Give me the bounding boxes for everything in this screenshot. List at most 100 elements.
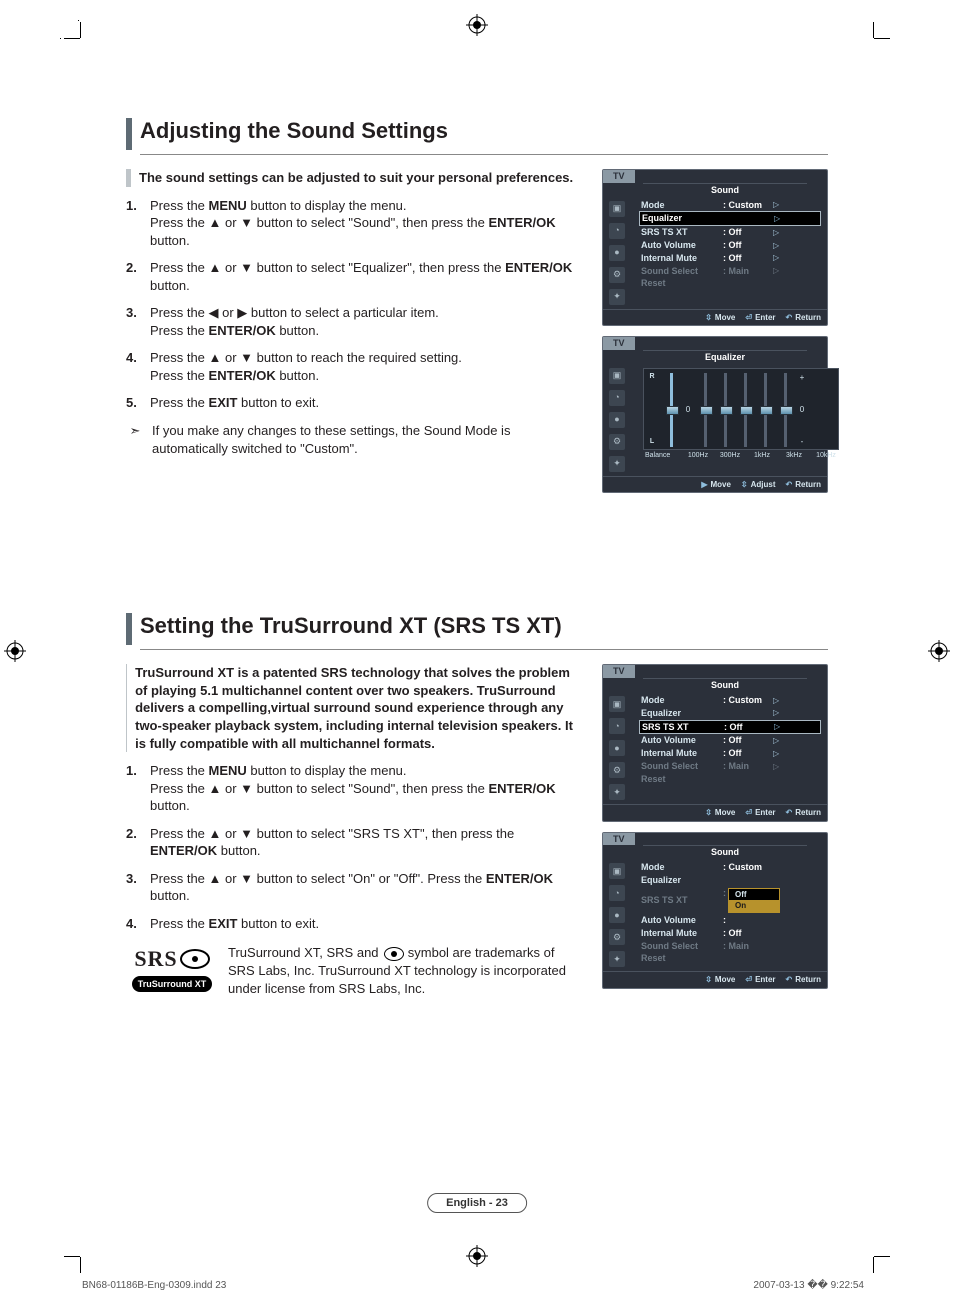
osd-item-label: Internal Mute — [641, 748, 719, 759]
osd-title: Sound — [643, 845, 807, 859]
srs-trademark-text: TruSurround XT, SRS and symbol are trade… — [228, 944, 584, 997]
osd-item-label: Sound Select — [641, 266, 719, 277]
osd-item-value: : Off — [723, 748, 769, 759]
osd-menu-item[interactable]: Auto Volume: Off▷ — [639, 734, 821, 747]
osd-item-value: : Main — [723, 761, 769, 772]
osd-title: Sound — [643, 678, 807, 692]
osd-item-value: : Off — [723, 227, 769, 238]
intro-accent-bar — [126, 169, 131, 187]
eq-band-label: Balance — [645, 452, 679, 460]
osd-dropdown[interactable]: OffOn — [728, 888, 780, 913]
osd-menu-item[interactable]: Equalizer▷ — [639, 211, 821, 226]
osd-menu-item[interactable]: Equalizer▷ — [639, 707, 821, 720]
steps-list: 1.Press the MENU button to display the m… — [126, 197, 584, 412]
osd-sidebar-icon: ◔ — [609, 718, 625, 734]
chevron-right-icon: ▷ — [773, 241, 779, 251]
step-number: 2. — [126, 259, 150, 294]
intro-accent-bar — [126, 664, 127, 752]
eq-thumb[interactable] — [740, 406, 753, 415]
osd-menu-item[interactable]: Mode: Custom▷ — [639, 199, 821, 212]
eq-thumb[interactable] — [780, 406, 793, 415]
eq-thumb[interactable] — [720, 406, 733, 415]
chevron-right-icon: ▷ — [773, 266, 779, 276]
eq-band-label: 100Hz — [685, 452, 711, 460]
osd-item-value: : Off — [724, 722, 770, 733]
eq-band-label: 1kHz — [749, 452, 775, 460]
osd-menu-item[interactable]: Mode: Custom — [639, 861, 821, 874]
osd-menu-item[interactable]: SRS TS XT : Off ▷ — [639, 720, 821, 735]
osd-menu-item: Sound Select: Main — [639, 940, 821, 953]
note-arrow-icon: ➣ — [126, 422, 144, 457]
osd-menu-item: Reset — [639, 773, 821, 786]
registration-mark-icon — [466, 14, 488, 36]
osd-tv-tab: TV — [603, 833, 635, 846]
osd-item-value: : — [723, 915, 769, 926]
step-text: Press the ▲ or ▼ button to select "On" o… — [150, 870, 584, 905]
osd-footer-hint: ↶Return — [786, 480, 821, 490]
eq-slider[interactable] — [758, 373, 772, 447]
steps-list: 1.Press the MENU button to display the m… — [126, 762, 584, 932]
eq-band-label: 300Hz — [717, 452, 743, 460]
footer-timestamp: 2007-03-13 �� 9:22:54 — [753, 1280, 864, 1291]
title-accent-bar — [126, 613, 132, 645]
eq-thumb[interactable] — [760, 406, 773, 415]
osd-menu-item[interactable]: Internal Mute: Off — [639, 927, 821, 940]
chevron-right-icon: ▷ — [774, 722, 780, 732]
osd-menu-item: Reset — [639, 952, 821, 965]
osd-footer-hint: ⇳Move — [705, 975, 735, 985]
osd-item-value: : Custom — [723, 695, 769, 706]
osd-menu-item[interactable]: Equalizer — [639, 874, 821, 887]
osd-equalizer-panel: TVEqualizer▣◔●⚙✦RL0+0-Balance100Hz300Hz1… — [602, 336, 828, 493]
osd-menu-item: Sound Select: Main▷ — [639, 760, 821, 773]
chevron-right-icon: ▷ — [773, 736, 779, 746]
osd-item-value: : Custom — [723, 862, 769, 873]
eq-thumb[interactable] — [700, 406, 713, 415]
osd-tv-tab: TV — [603, 337, 635, 350]
eq-slider[interactable] — [664, 373, 678, 447]
osd-sidebar-icon: ⚙ — [609, 762, 625, 778]
srs-logo: SRS TruSurround XT — [126, 944, 218, 997]
chevron-right-icon: ▷ — [773, 696, 779, 706]
osd-item-value: : Off — [723, 240, 769, 251]
eq-band-label: 10kHz — [813, 452, 839, 460]
osd-menu-item[interactable]: Internal Mute: Off▷ — [639, 747, 821, 760]
step-number: 1. — [126, 762, 150, 815]
step-number: 3. — [126, 870, 150, 905]
osd-item-value: : Main — [723, 266, 769, 277]
osd-sidebar-icon: ⚙ — [609, 434, 625, 450]
osd-item-label: Internal Mute — [641, 253, 719, 264]
osd-item-value: : Off — [723, 735, 769, 746]
osd-menu-item[interactable]: Mode: Custom▷ — [639, 694, 821, 707]
osd-dropdown-option[interactable]: Off — [729, 889, 779, 901]
osd-menu-item[interactable]: Auto Volume: — [639, 914, 821, 927]
eq-slider[interactable] — [778, 373, 792, 447]
chevron-right-icon: ▷ — [774, 214, 780, 224]
eq-slider[interactable] — [698, 373, 712, 447]
step-number: 5. — [126, 394, 150, 412]
osd-menu-item: SRS TS XT:OffOn — [639, 887, 821, 914]
osd-footer-hint: ↶Return — [786, 975, 821, 985]
osd-item-label: SRS TS XT — [642, 722, 720, 733]
osd-tv-tab: TV — [603, 170, 635, 183]
osd-title: Sound — [643, 183, 807, 197]
osd-item-value: : Custom — [723, 200, 769, 211]
page-number: English - 23 — [427, 1193, 527, 1213]
step-text: Press the ▲ or ▼ button to select "Equal… — [150, 259, 584, 294]
osd-menu-item[interactable]: Auto Volume: Off▷ — [639, 239, 821, 252]
osd-sidebar-icon: ✦ — [609, 784, 625, 800]
osd-sidebar-icon: ● — [609, 412, 625, 428]
chevron-right-icon: ▷ — [773, 228, 779, 238]
osd-dropdown-option[interactable]: On — [729, 900, 779, 912]
step-text: Press the MENU button to display the men… — [150, 762, 584, 815]
osd-sidebar-icon: ▣ — [609, 201, 625, 217]
step-number: 3. — [126, 304, 150, 339]
osd-menu-item[interactable]: SRS TS XT: Off▷ — [639, 226, 821, 239]
step-text: Press the EXIT button to exit. — [150, 915, 584, 933]
osd-footer-hint: ↶Return — [786, 808, 821, 818]
step-text: Press the ▲ or ▼ button to reach the req… — [150, 349, 584, 384]
osd-sidebar-icon: ✦ — [609, 456, 625, 472]
eq-slider[interactable] — [738, 373, 752, 447]
osd-menu-item[interactable]: Internal Mute: Off▷ — [639, 252, 821, 265]
eq-thumb[interactable] — [666, 406, 679, 415]
eq-slider[interactable] — [718, 373, 732, 447]
